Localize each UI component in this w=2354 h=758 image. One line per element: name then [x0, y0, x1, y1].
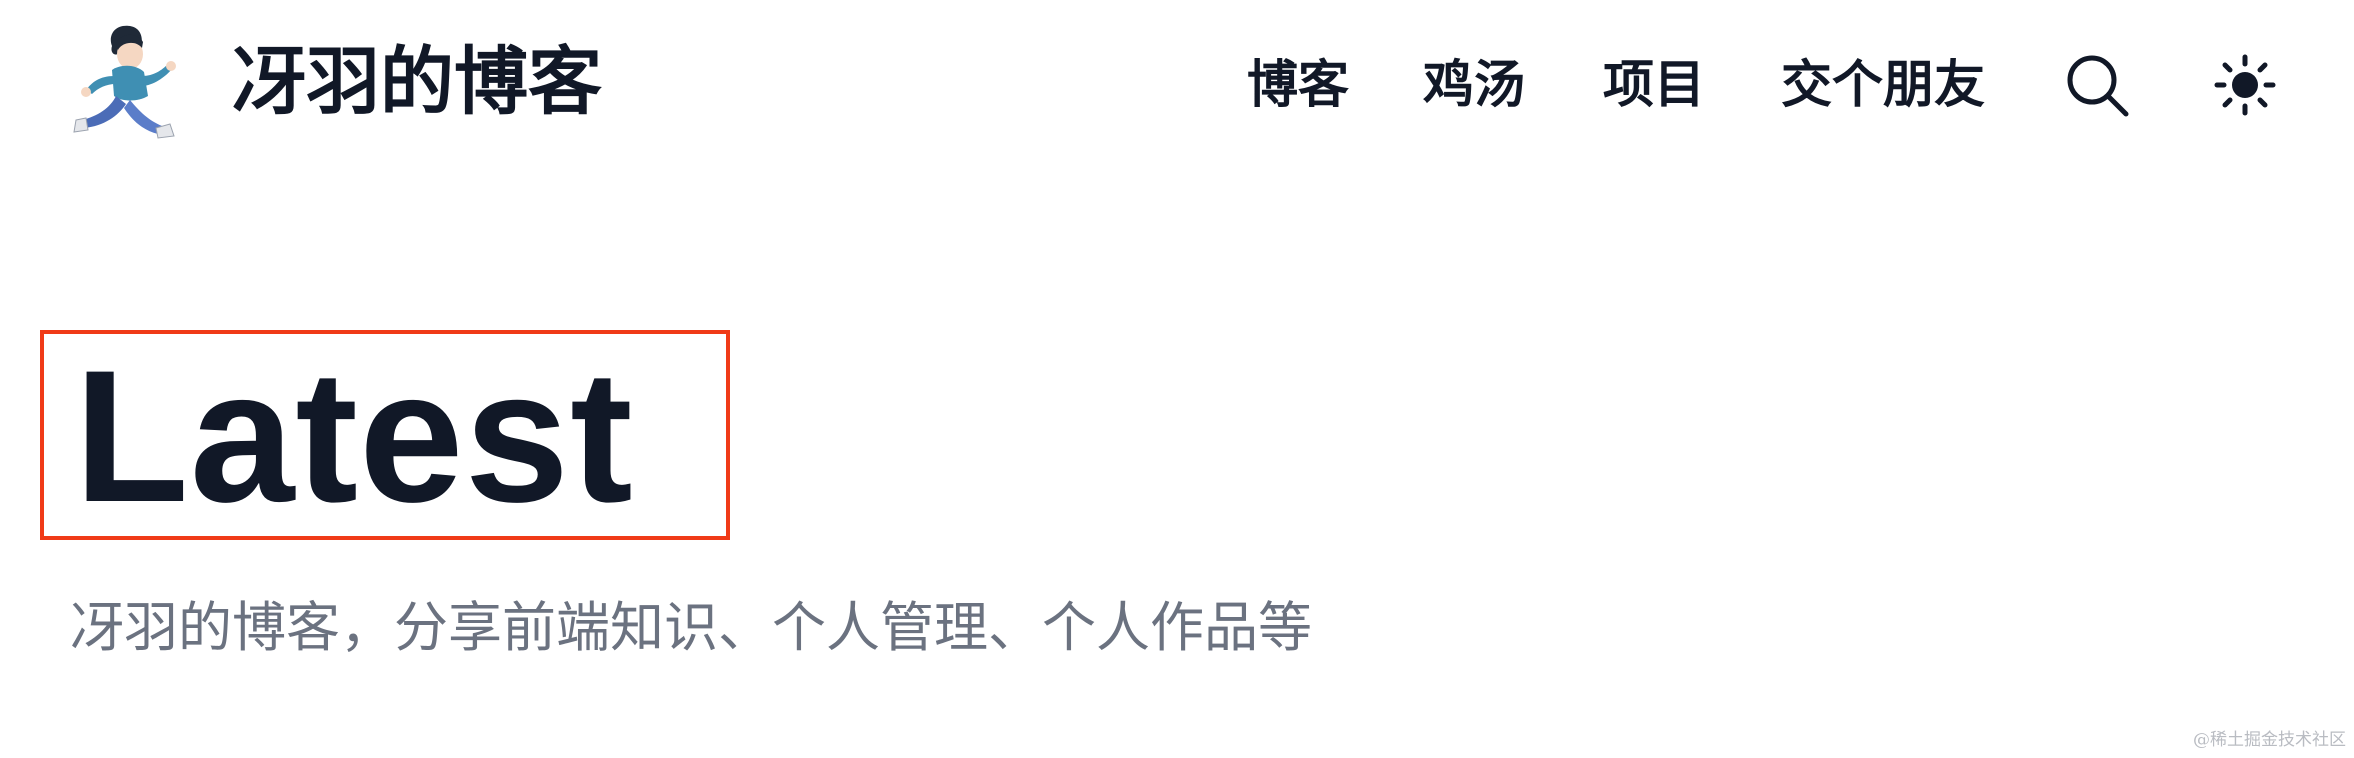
- site-logo[interactable]: [70, 20, 200, 150]
- site-title[interactable]: 冴羽的博客: [232, 45, 602, 119]
- watermark: @稀土掘金技术社区: [2193, 730, 2346, 750]
- main-nav: 博客 鸡汤 项目 交个朋友: [1247, 0, 2354, 170]
- nav-item-make-friends[interactable]: 交个朋友: [1781, 60, 1985, 111]
- page-title: Latest: [74, 331, 634, 541]
- highlight-box: Latest: [40, 330, 730, 540]
- search-button[interactable]: [2063, 51, 2131, 119]
- search-icon: [2067, 55, 2129, 117]
- site-header: 冴羽的博客 博客 鸡汤 项目 交个朋友: [0, 0, 2354, 170]
- nav-item-blog[interactable]: 博客: [1247, 60, 1349, 111]
- theme-toggle-button[interactable]: [2211, 51, 2279, 119]
- nav-item-chicken-soup[interactable]: 鸡汤: [1423, 60, 1525, 111]
- nav-item-projects[interactable]: 项目: [1603, 60, 1705, 111]
- page-subtitle: 冴羽的博客，分享前端知识、个人管理、个人作品等: [70, 596, 1312, 659]
- sun-icon: [2214, 54, 2276, 116]
